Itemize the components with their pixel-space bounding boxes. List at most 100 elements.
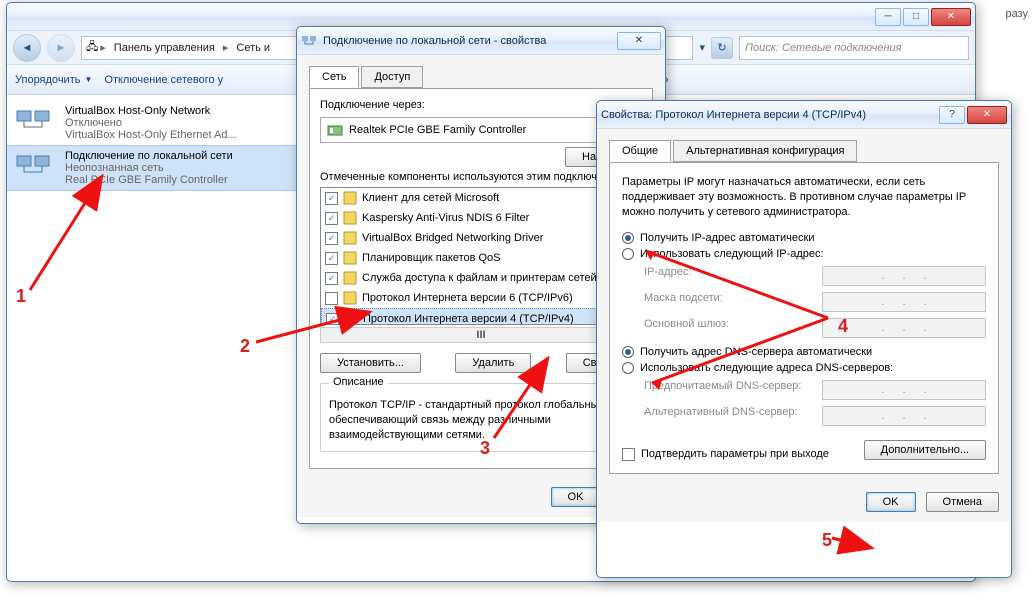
description-text: Протокол TCP/IP - стандартный протокол г…: [329, 398, 633, 443]
component-checkbox[interactable]: [325, 292, 338, 305]
radio-dns-auto-label: Получить адрес DNS-сервера автоматически: [640, 346, 872, 358]
protocol-icon: [342, 270, 358, 286]
component-item[interactable]: ✓Планировщик пакетов QoS: [321, 248, 641, 268]
horizontal-scrollbar[interactable]: III: [320, 327, 642, 343]
component-label: Протокол Интернета версии 4 (TCP/IPv4): [363, 313, 574, 325]
breadcrumb-item[interactable]: Панель управления: [108, 40, 221, 56]
subnet-mask-field: ...: [822, 292, 986, 312]
ip-address-field: ...: [822, 266, 986, 286]
component-checkbox[interactable]: ✓: [326, 313, 339, 326]
radio-ip-manual[interactable]: [622, 248, 634, 260]
refresh-button[interactable]: ↻: [711, 37, 733, 59]
protocol-icon: [342, 210, 358, 226]
component-checkbox[interactable]: ✓: [325, 272, 338, 285]
network-icon: 🖧: [86, 38, 98, 57]
background-text: разу: [1005, 8, 1028, 20]
preferred-dns-label: Предпочитаемый DNS-сервер:: [644, 380, 814, 400]
tab-access[interactable]: Доступ: [361, 66, 423, 88]
breadcrumb-item[interactable]: Сеть и: [230, 40, 276, 56]
dialog-titlebar: Свойства: Протокол Интернета версии 4 (T…: [597, 101, 1011, 129]
components-list[interactable]: ✓ Клиент для сетей Microsoft ✓ Kaspersky An…: [320, 187, 642, 325]
intro-text: Параметры IP могут назначаться автоматич…: [622, 175, 986, 220]
connect-via-label: Подключение через:: [320, 99, 642, 111]
dialog-title: Свойства: Протокол Интернета версии 4 (T…: [601, 109, 939, 121]
component-label: Протокол Интернета версии 6 (TCP/IPv6): [362, 292, 573, 304]
component-item[interactable]: Протокол Интернета версии 6 (TCP/IPv6): [321, 288, 641, 308]
help-button[interactable]: ?: [939, 106, 965, 124]
component-checkbox[interactable]: ✓: [325, 192, 338, 205]
component-label: Клиент для сетей Microsoft: [362, 192, 499, 204]
annotation-1: 1: [16, 286, 26, 307]
radio-ip-manual-label: Использовать следующий IP-адрес:: [640, 248, 824, 260]
close-button[interactable]: ✕: [617, 32, 661, 50]
protocol-icon: [342, 250, 358, 266]
minimize-button[interactable]: ─: [875, 8, 901, 26]
connection-adapter: Real PCIe GBE Family Controller: [65, 174, 233, 186]
ok-button[interactable]: OK: [866, 492, 916, 512]
connection-name: Подключение по локальной сети: [65, 150, 233, 162]
connection-status: Отключено: [65, 117, 237, 129]
component-item[interactable]: ✓ Протокол Интернета версии 4 (TCP/IPv4): [321, 308, 641, 325]
component-label: Kaspersky Anti-Virus NDIS 6 Filter: [362, 212, 529, 224]
back-button[interactable]: ◄: [13, 34, 41, 62]
preferred-dns-field: ...: [822, 380, 986, 400]
radio-dns-manual-label: Использовать следующие адреса DNS-сервер…: [640, 362, 893, 374]
component-label: Служба доступа к файлам и принтерам сете…: [362, 272, 609, 284]
dialog-titlebar: Подключение по локальной сети - свойства…: [297, 27, 665, 55]
remove-button[interactable]: Удалить: [455, 353, 531, 373]
connection-status: Неопознанная сеть: [65, 162, 233, 174]
protocol-icon: [342, 190, 358, 206]
network-adapter-icon: [15, 150, 55, 182]
annotation-3: 3: [480, 438, 490, 459]
protocol-icon: [342, 290, 358, 306]
adapter-display: Realtek PCIe GBE Family Controller: [320, 117, 642, 143]
ok-button[interactable]: OK: [551, 487, 601, 507]
close-button[interactable]: ✕: [967, 106, 1007, 124]
annotation-5: 5: [822, 530, 832, 551]
organize-menu[interactable]: Упорядочить▼: [15, 74, 92, 86]
lan-icon: [301, 33, 317, 49]
radio-ip-auto[interactable]: [622, 232, 634, 244]
forward-button[interactable]: ►: [47, 34, 75, 62]
ip-address-label: IP-адрес:: [644, 266, 814, 286]
network-adapter-icon: [15, 105, 55, 137]
annotation-2: 2: [240, 336, 250, 357]
search-input[interactable]: Поиск: Сетевые подключения: [739, 36, 969, 60]
install-button[interactable]: Установить...: [320, 353, 421, 373]
component-label: VirtualBox Bridged Networking Driver: [362, 232, 543, 244]
component-item[interactable]: ✓ VirtualBox Bridged Networking Driver: [321, 228, 641, 248]
description-legend: Описание: [329, 376, 388, 388]
advanced-button[interactable]: Дополнительно...: [864, 440, 986, 460]
maximize-button[interactable]: □: [903, 8, 929, 26]
dialog-title: Подключение по локальной сети - свойства: [323, 35, 617, 47]
component-checkbox[interactable]: ✓: [325, 252, 338, 265]
disable-device-button[interactable]: Отключение сетевого у: [104, 74, 223, 86]
alternate-dns-field: ...: [822, 406, 986, 426]
tcpip-properties-dialog: Свойства: Протокол Интернета версии 4 (T…: [596, 100, 1012, 578]
radio-ip-auto-label: Получить IP-адрес автоматически: [640, 232, 814, 244]
confirm-on-exit-label: Подтвердить параметры при выходе: [641, 448, 829, 460]
radio-dns-manual[interactable]: [622, 362, 634, 374]
cancel-button[interactable]: Отмена: [926, 492, 999, 512]
component-item[interactable]: ✓ Служба доступа к файлам и принтерам сет…: [321, 268, 641, 288]
alternate-dns-label: Альтернативный DNS-сервер:: [644, 406, 814, 426]
tab-general[interactable]: Общие: [609, 140, 671, 162]
component-item[interactable]: ✓ Kaspersky Anti-Virus NDIS 6 Filter: [321, 208, 641, 228]
tab-network[interactable]: Сеть: [309, 66, 359, 88]
adapter-icon: [327, 122, 343, 138]
component-checkbox[interactable]: ✓: [325, 232, 338, 245]
protocol-icon: [342, 230, 358, 246]
tab-alt-config[interactable]: Альтернативная конфигурация: [673, 140, 857, 162]
connection-adapter: VirtualBox Host-Only Ethernet Ad...: [65, 129, 237, 141]
subnet-mask-label: Маска подсети:: [644, 292, 814, 312]
components-label: Отмеченные компоненты используются этим …: [320, 171, 642, 183]
annotation-4: 4: [838, 316, 848, 337]
close-button[interactable]: ✕: [931, 8, 971, 26]
component-item[interactable]: ✓ Клиент для сетей Microsoft: [321, 188, 641, 208]
confirm-on-exit-checkbox[interactable]: [622, 448, 635, 461]
connection-name: VirtualBox Host-Only Network: [65, 105, 237, 117]
component-checkbox[interactable]: ✓: [325, 212, 338, 225]
radio-dns-auto[interactable]: [622, 346, 634, 358]
protocol-icon: [343, 311, 359, 325]
gateway-label: Основной шлюз:: [644, 318, 814, 338]
